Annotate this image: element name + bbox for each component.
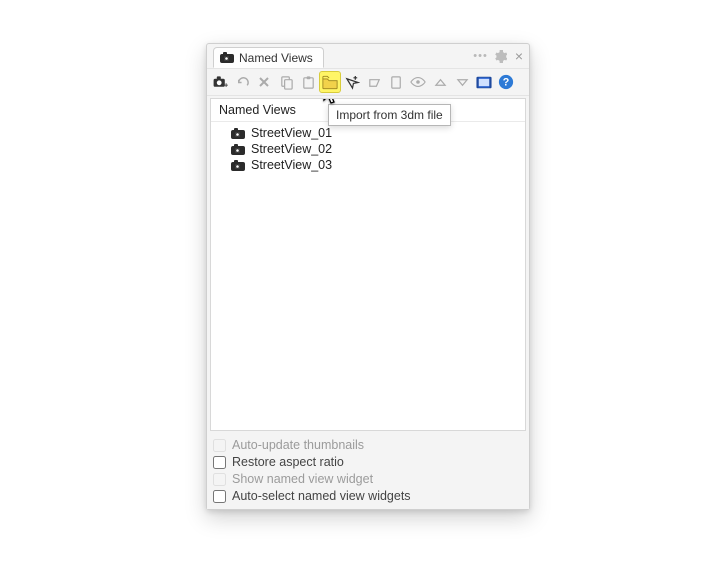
delete-button[interactable] (254, 72, 274, 92)
list-item[interactable]: StreetView_01 (213, 125, 523, 141)
save-view-button[interactable]: + (210, 72, 230, 92)
undo-button[interactable] (232, 72, 252, 92)
tooltip: Import from 3dm file (328, 104, 451, 126)
help-button[interactable]: ? (496, 72, 516, 92)
camera-icon (220, 52, 234, 63)
paste-button[interactable] (298, 72, 318, 92)
gear-icon[interactable] (494, 50, 507, 63)
list-item[interactable]: StreetView_02 (213, 141, 523, 157)
film-button[interactable] (474, 72, 494, 92)
cursor-target-button[interactable] (342, 72, 362, 92)
move-up-button[interactable] (430, 72, 450, 92)
svg-text:?: ? (503, 77, 510, 89)
option-checkbox[interactable] (213, 456, 226, 469)
option-label: Show named view widget (232, 472, 373, 486)
list-item[interactable]: StreetView_03 (213, 157, 523, 173)
option-checkbox[interactable] (213, 490, 226, 503)
list-item-label: StreetView_01 (251, 126, 332, 140)
tooltip-text: Import from 3dm file (336, 108, 443, 122)
close-icon[interactable]: × (513, 49, 525, 63)
option-checkbox (213, 439, 226, 452)
svg-text:+: + (224, 81, 228, 90)
option-row[interactable]: Auto-select named view widgets (213, 489, 523, 503)
option-row[interactable]: Show named view widget (213, 472, 523, 486)
list-item-label: StreetView_03 (251, 158, 332, 172)
title-controls: ••• × (473, 49, 525, 63)
move-down-button[interactable] (452, 72, 472, 92)
cursor-icon (323, 98, 343, 108)
panel-tab[interactable]: Named Views (213, 47, 324, 68)
views-list: StreetView_01 StreetView_02 StreetView_03 (211, 122, 525, 430)
option-label: Auto-update thumbnails (232, 438, 364, 452)
option-row[interactable]: Auto-update thumbnails (213, 438, 523, 452)
drag-handle-icon[interactable]: ••• (473, 51, 488, 62)
import-button[interactable] (320, 72, 340, 92)
toolbar: + (207, 68, 529, 96)
named-views-panel: Named Views ••• × + (206, 43, 530, 510)
camera-icon (231, 144, 245, 155)
restore-button[interactable] (364, 72, 384, 92)
copy-button[interactable] (276, 72, 296, 92)
option-label: Restore aspect ratio (232, 455, 344, 469)
titlebar: Named Views ••• × (207, 44, 529, 68)
clipboard-button[interactable] (386, 72, 406, 92)
camera-icon (231, 128, 245, 139)
list-item-label: StreetView_02 (251, 142, 332, 156)
option-checkbox (213, 473, 226, 486)
camera-icon (231, 160, 245, 171)
eye-button[interactable] (408, 72, 428, 92)
tab-title: Named Views (239, 51, 313, 65)
option-row[interactable]: Restore aspect ratio (213, 455, 523, 469)
content-area: Named Views StreetView_01StreetView_02St… (210, 98, 526, 431)
options-footer: Auto-update thumbnails Restore aspect rat… (207, 434, 529, 509)
option-label: Auto-select named view widgets (232, 489, 411, 503)
